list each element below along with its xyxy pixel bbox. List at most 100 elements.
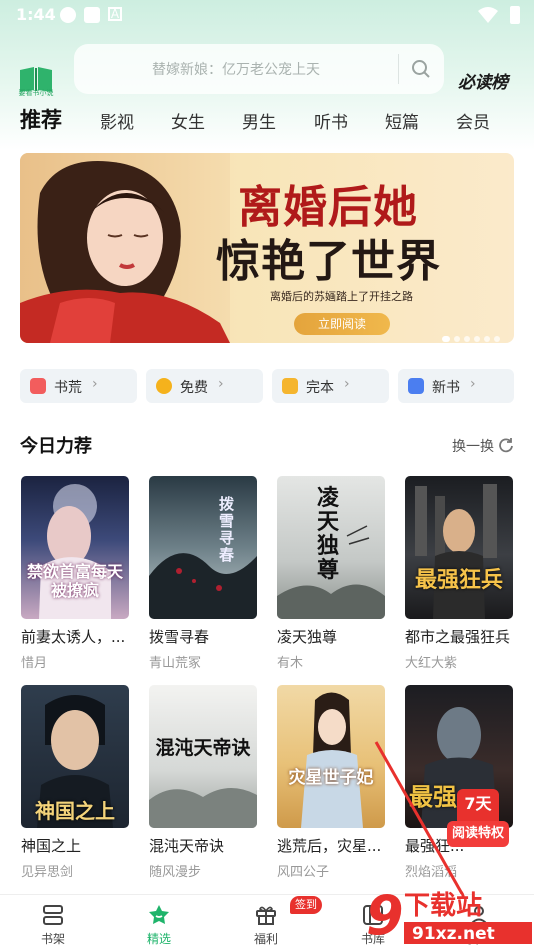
- book-title: 混沌天帝诀: [149, 837, 225, 855]
- tab-audiobook[interactable]: 听书: [314, 108, 348, 133]
- book-cover[interactable]: 最强狂兵: [405, 476, 513, 619]
- book-card[interactable]: 神国之上 神国之上 见异思剑: [21, 685, 131, 880]
- nav-label: 精选: [146, 932, 171, 946]
- nav-bookshelf[interactable]: 书架: [18, 895, 88, 950]
- tab-male[interactable]: 男生: [242, 108, 276, 133]
- book-cover[interactable]: 混沌天帝诀: [149, 685, 257, 828]
- cover-title: 神国之上: [35, 799, 115, 823]
- refresh-button[interactable]: 换一换: [452, 436, 494, 456]
- cover-title: 禁欲首富每天被撩疯: [27, 562, 124, 600]
- book-author: 大红大紫: [405, 656, 458, 671]
- search-bar[interactable]: 替嫁新娘：亿万老公宠上天: [74, 44, 444, 94]
- book-author: 青山荒冢: [149, 656, 202, 671]
- watermark-text: 下载站: [404, 891, 482, 921]
- promo-banner[interactable]: 离婚后她 惊艳了世界 离婚后的苏婳踏上了开挂之路 立即阅读: [20, 153, 514, 343]
- banner-pagination: [438, 327, 500, 343]
- read-now-button[interactable]: 立即阅读: [294, 313, 390, 335]
- notification-status-icon: [84, 7, 100, 23]
- search-placeholder: 替嫁新娘：亿万老公宠上天: [152, 62, 320, 78]
- cover-title: 灾星世子妃: [288, 768, 374, 788]
- book-card[interactable]: 最强狂兵 都市之最强狂兵 大红大紫: [405, 476, 515, 671]
- banner-dot: [484, 336, 490, 342]
- promo-days: 7天: [457, 789, 499, 821]
- a-status-icon: A: [108, 7, 122, 21]
- wifi-icon: [478, 7, 498, 23]
- banner-dot: [494, 336, 500, 342]
- book-author: 见异思剑: [21, 865, 74, 880]
- category-new[interactable]: 新书 ›: [398, 369, 514, 403]
- book-cover[interactable]: 灾星世子妃: [277, 685, 385, 828]
- svg-text:9: 9: [366, 884, 404, 947]
- new-badge-icon: [408, 378, 424, 394]
- cover-art: [415, 484, 497, 619]
- book-card[interactable]: 拨雪寻春 拨雪寻春 青山荒冢: [149, 476, 259, 671]
- category-label: 完本: [306, 380, 334, 396]
- book-title: 神国之上: [21, 837, 82, 855]
- book-author: 烈焰滔滔: [405, 865, 458, 880]
- book-title: 拨雪寻春: [149, 628, 210, 646]
- book-author: 有木: [277, 656, 304, 671]
- coin-icon: [156, 378, 172, 394]
- category-completed[interactable]: 完本 ›: [272, 369, 389, 403]
- banner-dot: [442, 336, 450, 342]
- tab-recommend[interactable]: 推荐: [20, 104, 62, 134]
- reading-privilege-badge[interactable]: 7天 阅读特权: [447, 789, 509, 857]
- battery-icon: [510, 6, 520, 24]
- refresh-icon[interactable]: [498, 437, 514, 453]
- tab-short[interactable]: 短篇: [385, 108, 419, 133]
- section-title: 今日力荐: [20, 436, 92, 457]
- book-card[interactable]: 混沌天帝诀 混沌天帝诀 随风漫步: [149, 685, 259, 880]
- book-title: 都市之最强狂兵: [405, 628, 511, 646]
- nav-label: 书架: [40, 932, 65, 946]
- banner-dot: [464, 336, 470, 342]
- app-logo-label: 要看书小说: [18, 89, 54, 97]
- must-read-ranking[interactable]: 必读榜: [458, 68, 508, 93]
- book-author: 随风漫步: [149, 865, 202, 880]
- book-cover[interactable]: 拨雪寻春: [149, 476, 257, 619]
- book-title: 逃荒后，灾星...: [277, 837, 382, 855]
- cover-title: 混沌天帝诀: [155, 737, 251, 759]
- book-cover[interactable]: 凌天独尊: [277, 476, 385, 619]
- book-card[interactable]: 禁欲首富每天被撩疯 前妻太诱人，... 惜月: [21, 476, 131, 671]
- book-title: 凌天独尊: [277, 628, 338, 646]
- book-card[interactable]: 灾星世子妃 逃荒后，灾星... 风四公子: [277, 685, 387, 880]
- book-title: 前妻太诱人，...: [21, 628, 126, 646]
- gift-icon: [256, 906, 276, 925]
- chevron-right-icon: ›: [344, 376, 350, 392]
- status-bar: 1:44 A: [0, 0, 534, 30]
- book-cover[interactable]: 禁欲首富每天被撩疯: [21, 476, 129, 619]
- category-label: 免费: [180, 380, 208, 396]
- site-watermark: 9 下载站 91xz.net: [366, 884, 532, 947]
- cover-title: 凌天独尊: [317, 485, 340, 583]
- sign-in-badge[interactable]: 签到: [290, 896, 322, 914]
- category-free[interactable]: 免费 ›: [146, 369, 263, 403]
- tab-film[interactable]: 影视: [100, 108, 134, 133]
- banner-subtitle: 离婚后的苏婳踏上了开挂之路: [270, 290, 413, 303]
- book-cover[interactable]: 神国之上: [21, 685, 129, 828]
- chevron-right-icon: ›: [218, 376, 224, 392]
- settings-status-icon: [60, 7, 76, 23]
- tab-female[interactable]: 女生: [171, 108, 205, 133]
- category-label: 书荒: [54, 380, 82, 396]
- search-icon[interactable]: [410, 58, 432, 80]
- book-author: 风四公子: [277, 865, 330, 880]
- nav-label: 福利: [253, 932, 278, 946]
- tab-member[interactable]: 会员: [456, 108, 490, 133]
- banner-illustration: [20, 153, 230, 343]
- banner-dot: [474, 336, 480, 342]
- banner-dot: [454, 336, 460, 342]
- cover-title: 拨雪寻春: [219, 495, 235, 564]
- search-divider: [398, 54, 399, 84]
- banner-title-line2: 惊艳了世界: [216, 236, 441, 287]
- category-book-shortage[interactable]: 书荒 ›: [20, 369, 137, 403]
- cover-title: 最强狂兵: [414, 567, 503, 593]
- book-card[interactable]: 凌天独尊 凌天独尊 有木: [277, 476, 387, 671]
- cover-art: [149, 553, 257, 619]
- book-author: 惜月: [21, 656, 48, 671]
- promo-label: 阅读特权: [447, 821, 509, 847]
- shield-check-icon: [282, 378, 298, 394]
- nav-featured[interactable]: 精选: [124, 895, 194, 950]
- chevron-right-icon: ›: [470, 376, 476, 392]
- bookshelf-icon: [43, 905, 63, 925]
- chevron-right-icon: ›: [92, 376, 98, 392]
